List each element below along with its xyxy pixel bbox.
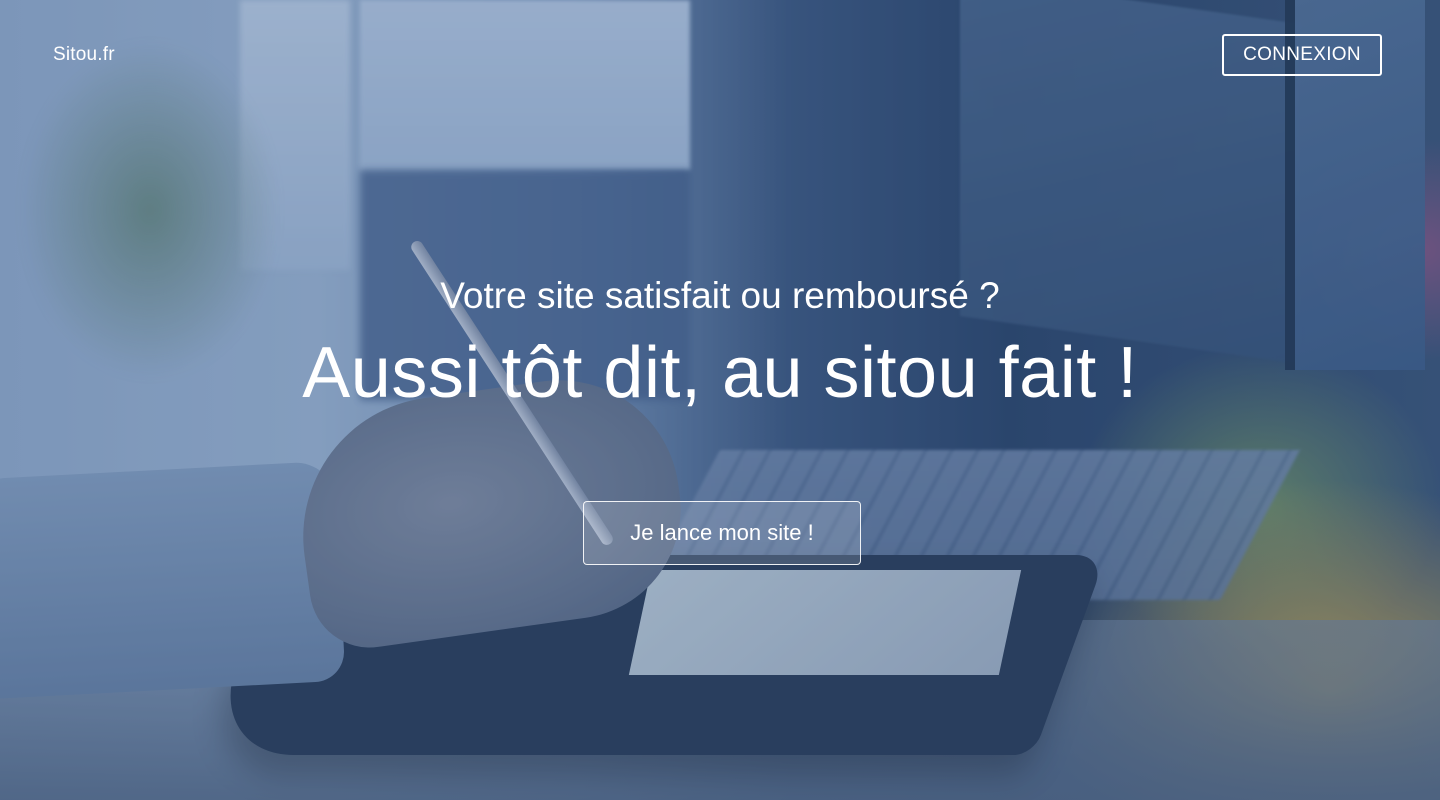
headline-text-end: fait ! [978, 333, 1138, 413]
headline-text-start: Aussi tôt dit, au [302, 333, 824, 413]
brand-logo-link[interactable]: Sitou.fr [53, 44, 115, 66]
hero-headline: Aussi tôt dit, au sitou fait ! [0, 330, 1440, 416]
headline-emphasis: sitou [823, 333, 979, 413]
hero-section: Sitou.fr CONNEXION Votre site satisfait … [0, 0, 1440, 800]
login-button[interactable]: CONNEXION [1222, 34, 1382, 76]
launch-site-button[interactable]: Je lance mon site ! [583, 501, 861, 565]
hero-subtitle: Votre site satisfait ou remboursé ? [440, 275, 1000, 316]
